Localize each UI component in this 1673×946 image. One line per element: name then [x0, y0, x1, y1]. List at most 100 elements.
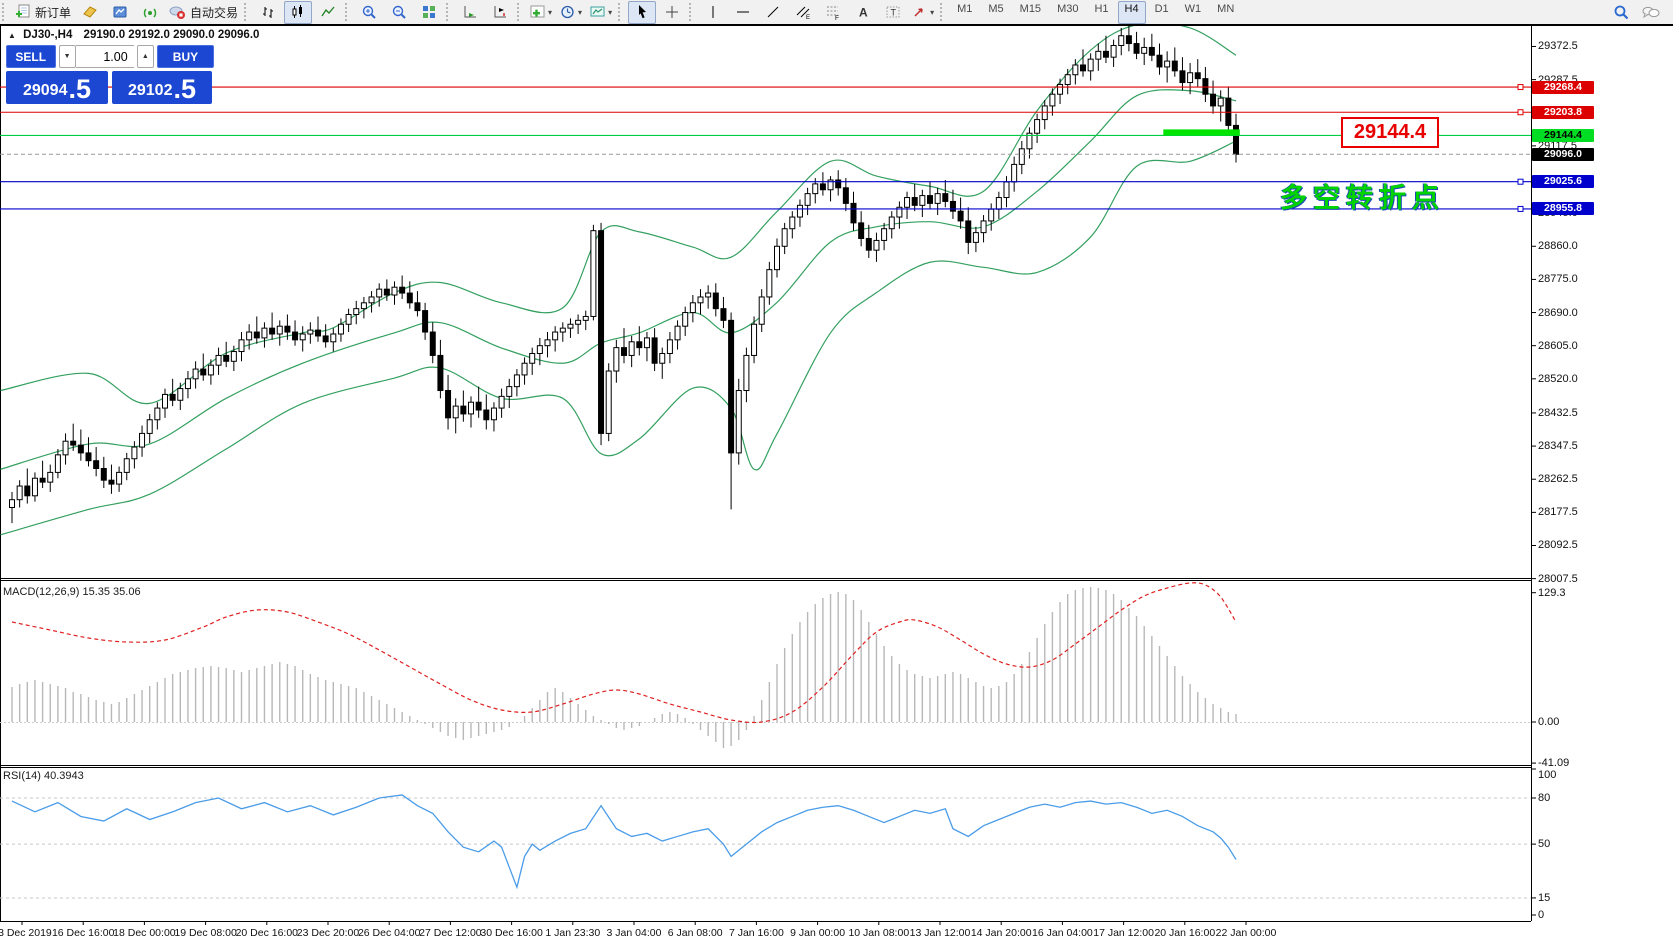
- time-axis-label: 27 Dec 12:00: [419, 927, 481, 939]
- sell-price-button[interactable]: 29094 .5: [6, 71, 108, 104]
- chart-plot[interactable]: [0, 26, 1673, 946]
- chart-gold-icon: [82, 4, 98, 20]
- market-watch-button[interactable]: [76, 1, 104, 24]
- volume-increase-button[interactable]: ▲: [137, 45, 154, 68]
- vertical-line-button[interactable]: [699, 1, 727, 24]
- time-axis-label: 9 Jan 00:00: [790, 927, 845, 939]
- vertical-line-icon: [705, 4, 721, 20]
- tf-m30-button[interactable]: M30: [1050, 1, 1085, 24]
- symbol-timeframe-label: DJ30-,H4: [23, 29, 72, 41]
- new-order-button[interactable]: 新订单: [12, 1, 74, 24]
- periods-button[interactable]: ▾: [557, 1, 585, 24]
- chevron-down-icon: ▾: [548, 8, 552, 17]
- toolbar-grip[interactable]: [940, 3, 947, 21]
- arrow-object-icon: [912, 4, 928, 20]
- cursor-button[interactable]: [628, 1, 656, 24]
- svg-text:A: A: [859, 6, 868, 20]
- axis-label: 28775.0: [1538, 273, 1578, 285]
- ohlc-values: 29190.0 29192.0 29090.0 29096.0: [84, 29, 260, 41]
- buy-button[interactable]: BUY: [157, 45, 214, 68]
- channel-button[interactable]: E: [789, 1, 817, 24]
- buy-price-button[interactable]: 29102 .5: [112, 71, 212, 104]
- collapse-panel-icon[interactable]: ▲: [8, 31, 16, 40]
- time-axis-label: 19 Dec 08:00: [174, 927, 236, 939]
- toolbar-grip[interactable]: [446, 3, 453, 21]
- templates-button[interactable]: ▾: [587, 1, 615, 24]
- toolbar-grip[interactable]: [244, 3, 251, 21]
- signals-button[interactable]: [136, 1, 164, 24]
- chevron-down-icon: ▾: [930, 8, 934, 17]
- price-callout-annotation[interactable]: 29144.4: [1341, 117, 1439, 148]
- horizontal-line-icon: [735, 4, 751, 20]
- tf-m15-button[interactable]: M15: [1013, 1, 1048, 24]
- time-axis-label: 13 Jan 12:00: [910, 927, 971, 939]
- bar-chart-icon: [260, 4, 276, 20]
- tile-windows-button[interactable]: [415, 1, 443, 24]
- auto-scroll-icon: [462, 4, 478, 20]
- time-axis-label: 7 Jan 16:00: [729, 927, 784, 939]
- zoom-in-button[interactable]: [355, 1, 383, 24]
- text-a-icon: A: [855, 4, 871, 20]
- candlestick-chart-button[interactable]: [284, 1, 312, 24]
- auto-trading-label: 自动交易: [190, 4, 238, 21]
- toolbar-grip[interactable]: [517, 3, 524, 21]
- text-label-button[interactable]: T: [879, 1, 907, 24]
- tf-h4-button[interactable]: H4: [1118, 1, 1146, 24]
- arrows-button[interactable]: ▾: [909, 1, 937, 24]
- trendline-icon: [765, 4, 781, 20]
- chart-shift-button[interactable]: [486, 1, 514, 24]
- template-icon: [590, 4, 606, 20]
- tf-d1-button[interactable]: D1: [1148, 1, 1176, 24]
- search-button[interactable]: [1607, 1, 1635, 24]
- pivot-note-annotation[interactable]: 多空转折点: [1280, 176, 1445, 215]
- axis-label: 50: [1538, 838, 1550, 850]
- cursor-icon: [634, 4, 650, 20]
- axis-label: 29144.4: [1532, 129, 1594, 142]
- toolbar-grip[interactable]: [689, 3, 696, 21]
- tf-m5-button[interactable]: M5: [981, 1, 1010, 24]
- new-order-icon: [15, 4, 31, 20]
- axis-label: 29268.4: [1532, 81, 1594, 94]
- tf-m1-button[interactable]: M1: [950, 1, 979, 24]
- chat-button[interactable]: [1637, 1, 1665, 24]
- candlestick-icon: [290, 4, 306, 20]
- chart-window: ▲ DJ30-,H4 29190.0 29192.0 29090.0 29096…: [0, 26, 1673, 946]
- axis-label: 29025.6: [1532, 175, 1594, 188]
- data-window-button[interactable]: [106, 1, 134, 24]
- chevron-down-icon: ▾: [608, 8, 612, 17]
- tf-mn-button[interactable]: MN: [1210, 1, 1241, 24]
- indicators-button[interactable]: ▾: [527, 1, 555, 24]
- sell-button[interactable]: SELL: [6, 45, 56, 68]
- axis-label: 28860.0: [1538, 240, 1578, 252]
- volume-input[interactable]: [76, 45, 134, 68]
- horizontal-line-button[interactable]: [729, 1, 757, 24]
- toolbar-grip[interactable]: [345, 3, 352, 21]
- crosshair-button[interactable]: [658, 1, 686, 24]
- time-axis-label: 6 Jan 08:00: [668, 927, 723, 939]
- zoom-out-button[interactable]: [385, 1, 413, 24]
- tf-h1-button[interactable]: H1: [1087, 1, 1115, 24]
- fibonacci-button[interactable]: F: [819, 1, 847, 24]
- auto-scroll-button[interactable]: [456, 1, 484, 24]
- tile-windows-icon: [421, 4, 437, 20]
- time-axis-label: 14 Jan 20:00: [971, 927, 1032, 939]
- line-chart-button[interactable]: [314, 1, 342, 24]
- axis-label: 129.3: [1538, 587, 1566, 599]
- chart-title: ▲ DJ30-,H4 29190.0 29192.0 29090.0 29096…: [8, 29, 259, 41]
- new-order-label: 新订单: [35, 4, 71, 21]
- toolbar-grip[interactable]: [618, 3, 625, 21]
- bar-chart-button[interactable]: [254, 1, 282, 24]
- auto-trading-button[interactable]: 自动交易: [166, 1, 241, 24]
- text-button[interactable]: A: [849, 1, 877, 24]
- axis-label: 28347.5: [1538, 440, 1578, 452]
- trendline-button[interactable]: [759, 1, 787, 24]
- macd-indicator-label: MACD(12,26,9) 15.35 35.06: [3, 586, 141, 598]
- axis-label: 28177.5: [1538, 506, 1578, 518]
- toolbar-grip[interactable]: [2, 3, 9, 21]
- rsi-indicator-label: RSI(14) 40.3943: [3, 770, 84, 782]
- axis-label: 29096.0: [1532, 148, 1594, 161]
- tf-w1-button[interactable]: W1: [1178, 1, 1209, 24]
- time-axis-label: 30 Dec 16:00: [480, 927, 542, 939]
- axis-label: 15: [1538, 892, 1550, 904]
- volume-decrease-button[interactable]: ▼: [59, 45, 76, 68]
